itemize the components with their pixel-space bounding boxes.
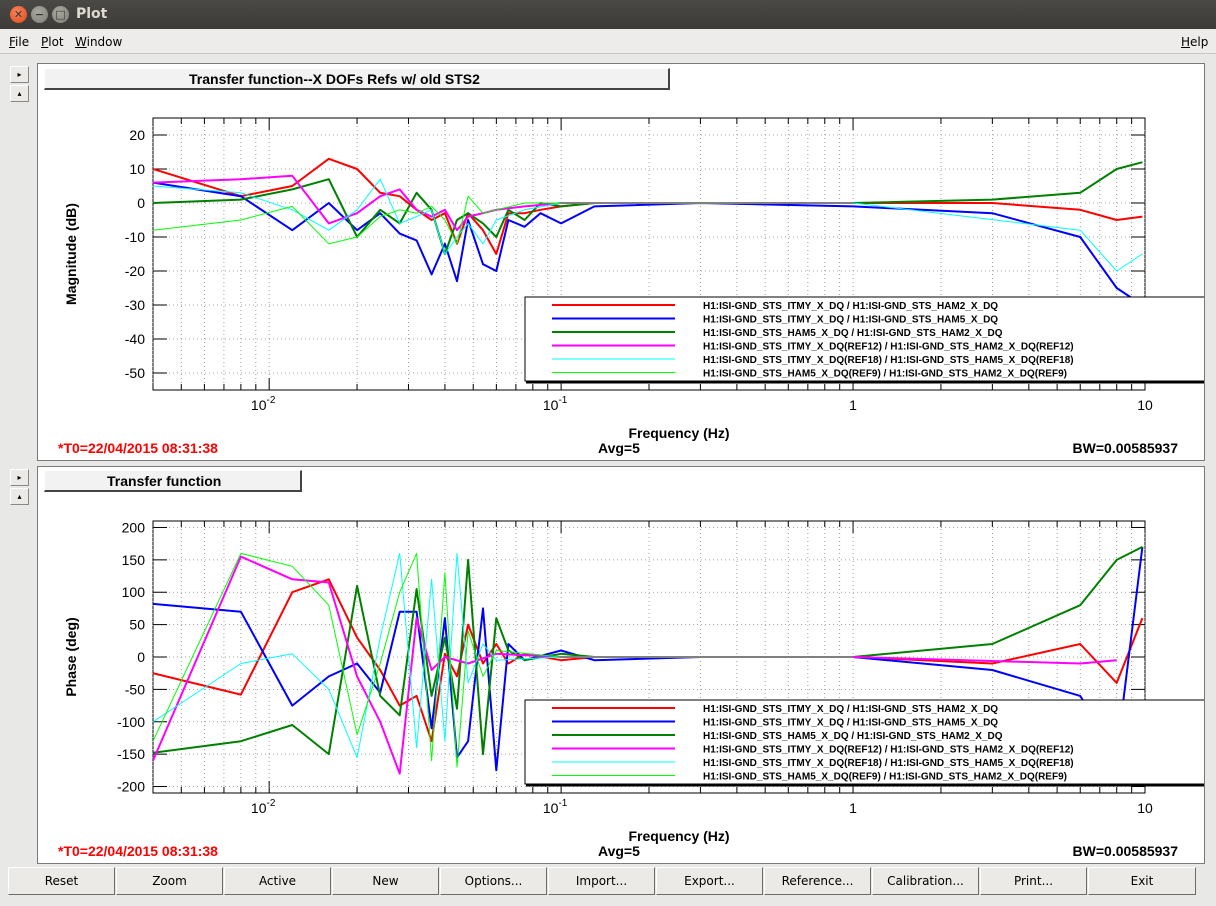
y-tick-label: 200	[122, 519, 146, 535]
y-tick-label: -10	[125, 229, 145, 245]
avg-label-2: Avg=5	[598, 843, 640, 859]
import-button[interactable]: Import...	[548, 867, 655, 895]
magnitude-plot-panel[interactable]: Transfer function--X DOFs Refs w/ old ST…	[37, 63, 1205, 461]
x-tick-label: 1	[849, 397, 857, 413]
avg-label: Avg=5	[598, 440, 640, 456]
x-axis-label: Frequency (Hz)	[628, 828, 729, 844]
y-tick-label: -30	[125, 297, 145, 313]
close-icon[interactable]: ✕	[10, 6, 27, 23]
expand-right-button[interactable]: ▸	[10, 66, 29, 83]
y-axis-label: Magnitude (dB)	[63, 203, 79, 305]
y-tick-label: -20	[125, 263, 145, 279]
y-tick-label: -150	[117, 746, 145, 762]
legend-label: H1:ISI-GND_STS_ITMY_X_DQ / H1:ISI-GND_ST…	[703, 704, 998, 715]
legend-label: H1:ISI-GND_STS_ITMY_X_DQ(REF12) / H1:ISI…	[703, 342, 1074, 353]
legend-label: H1:ISI-GND_STS_HAM5_X_DQ(REF9) / H1:ISI-…	[703, 772, 1067, 783]
y-tick-label: -100	[117, 714, 145, 730]
new-button[interactable]: New	[332, 867, 439, 895]
y-tick-label: 10	[129, 161, 145, 177]
y-tick-label: 0	[137, 195, 145, 211]
x-tick-label: 10-1	[543, 798, 568, 816]
x-tick-label: 1	[849, 800, 857, 816]
y-tick-label: 150	[122, 552, 146, 568]
x-tick-exponent: -1	[558, 798, 567, 809]
reference-button[interactable]: Reference...	[764, 867, 871, 895]
legend-label: H1:ISI-GND_STS_HAM5_X_DQ / H1:ISI-GND_ST…	[703, 731, 1003, 742]
legend-label: H1:ISI-GND_STS_ITMY_X_DQ / H1:ISI-GND_ST…	[703, 301, 998, 312]
legend-label: H1:ISI-GND_STS_ITMY_X_DQ / H1:ISI-GND_ST…	[703, 315, 998, 326]
collapse-up-button-2[interactable]: ▴	[10, 488, 29, 505]
window-titlebar: ✕ − □ Plot	[0, 0, 1216, 29]
zoom-button[interactable]: Zoom	[116, 867, 223, 895]
x-tick-label: 10-2	[251, 395, 276, 413]
maximize-icon[interactable]: □	[52, 6, 69, 23]
reset-button[interactable]: Reset	[8, 867, 115, 895]
menu-file[interactable]: File	[9, 35, 29, 49]
menu-window[interactable]: Window	[75, 35, 122, 49]
legend-label: H1:ISI-GND_STS_ITMY_X_DQ(REF18) / H1:ISI…	[703, 758, 1074, 769]
y-tick-label: -50	[125, 681, 145, 697]
active-button[interactable]: Active	[224, 867, 331, 895]
collapse-up-button[interactable]: ▴	[10, 85, 29, 102]
y-tick-label: 0	[137, 649, 145, 665]
y-axis-label: Phase (deg)	[63, 617, 79, 696]
calibration-button[interactable]: Calibration...	[872, 867, 979, 895]
window-title: Plot	[76, 6, 108, 22]
legend-label: H1:ISI-GND_STS_HAM5_X_DQ(REF9) / H1:ISI-…	[703, 369, 1067, 380]
y-tick-label: 20	[129, 127, 145, 143]
minimize-icon[interactable]: −	[31, 6, 48, 23]
y-tick-label: -40	[125, 331, 145, 347]
options-button[interactable]: Options...	[440, 867, 547, 895]
export-button[interactable]: Export...	[656, 867, 763, 895]
x-tick-label: 10-1	[543, 395, 568, 413]
x-tick-exponent: -2	[267, 798, 276, 809]
magnitude-chart[interactable]: 10-2 10-1 1 10 20 10 0 -10 -20 -30 -40 -50 Frequency…	[38, 64, 1204, 460]
bw-label-2: BW=0.00585937	[1072, 843, 1178, 859]
x-axis-label: Frequency (Hz)	[628, 425, 729, 441]
menu-plot[interactable]: Plot	[41, 35, 64, 49]
y-tick-label: -50	[125, 365, 145, 381]
x-tick-exponent: -2	[267, 395, 276, 406]
x-tick-exponent: -1	[558, 395, 567, 406]
legend-label: H1:ISI-GND_STS_ITMY_X_DQ(REF18) / H1:ISI…	[703, 355, 1074, 366]
phase-chart[interactable]: 10-2 10-1 1 10 200 150 100 50 0 -50 -100 -150 -200 Fr…	[38, 467, 1204, 863]
menu-bar: File Plot Window Help	[0, 29, 1216, 54]
t0-label: *T0=22/04/2015 08:31:38	[58, 440, 218, 456]
bottom-toolbar: Reset Zoom Active New Options... Import.…	[8, 867, 1208, 896]
legend-label: H1:ISI-GND_STS_ITMY_X_DQ(REF12) / H1:ISI…	[703, 745, 1074, 756]
t0-label-2: *T0=22/04/2015 08:31:38	[58, 843, 218, 859]
exit-button[interactable]: Exit	[1088, 867, 1196, 895]
y-tick-label: -200	[117, 779, 145, 795]
expand-right-button-2[interactable]: ▸	[10, 469, 29, 486]
legend-label: H1:ISI-GND_STS_HAM5_X_DQ / H1:ISI-GND_ST…	[703, 328, 1003, 339]
y-tick-label: 50	[129, 617, 145, 633]
print-button[interactable]: Print...	[980, 867, 1087, 895]
x-tick-label: 10	[1137, 397, 1153, 413]
bw-label: BW=0.00585937	[1072, 440, 1178, 456]
menu-help[interactable]: Help	[1181, 35, 1208, 49]
phase-plot-panel[interactable]: Transfer function 10-2 10-1 1 10 200 150 100 50…	[37, 466, 1205, 864]
legend-label: H1:ISI-GND_STS_ITMY_X_DQ / H1:ISI-GND_ST…	[703, 718, 998, 729]
x-tick-label: 10	[1137, 800, 1153, 816]
x-tick-label: 10-2	[251, 798, 276, 816]
y-tick-label: 100	[122, 584, 146, 600]
